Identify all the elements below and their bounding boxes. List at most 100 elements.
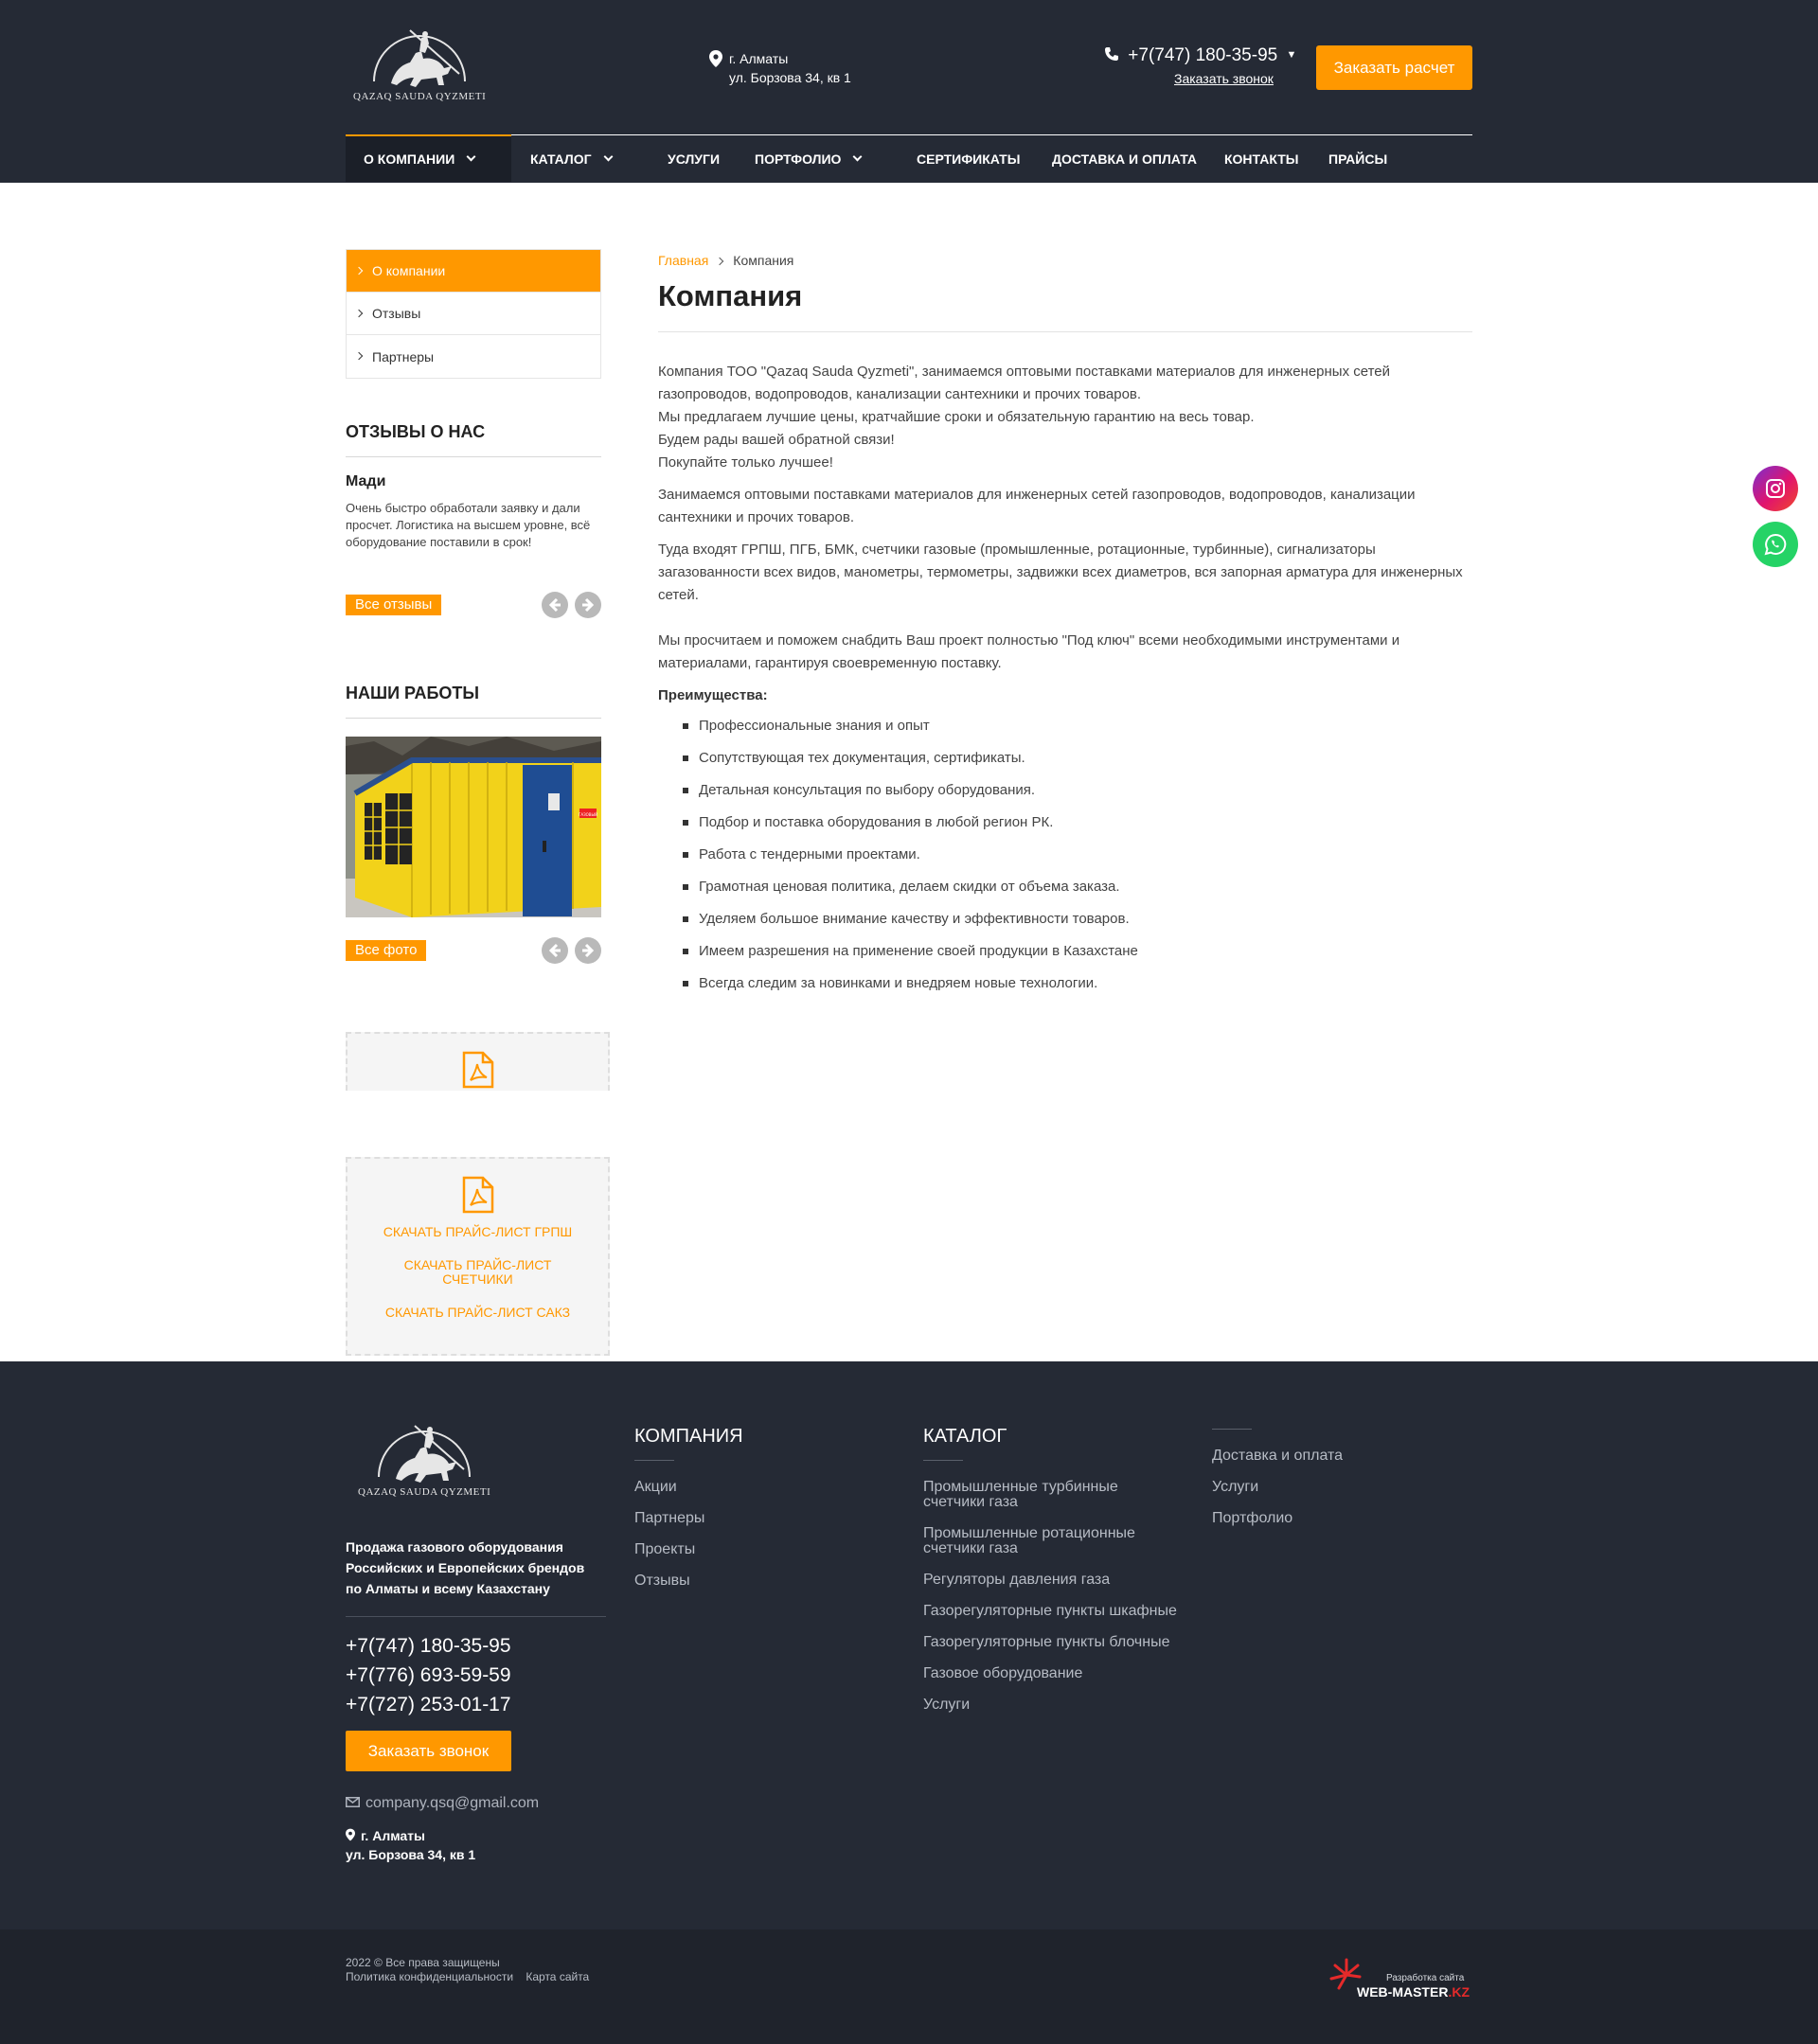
sidebar-item-reviews[interactable]: Отзывы [347,293,600,335]
footer-email[interactable]: company.qsq@gmail.com [346,1795,539,1812]
advantages-heading: Преимущества: [658,687,768,703]
chevron-right-icon [354,309,364,318]
footer-phone-2[interactable]: +7(776) 693-59-59 [346,1664,511,1687]
sidebar-menu: О компании Отзывы Партнеры [346,249,601,379]
footer-link-promotions[interactable]: Акции [634,1480,677,1495]
paragraph-turnkey: Мы просчитаем и поможем снабдить Ваш про… [658,632,1400,671]
works-heading: НАШИ РАБОТЫ [346,684,601,719]
footer-description: Продажа газового оборудования Российских… [346,1539,585,1596]
header-phone[interactable]: +7(747) 180-35-95 ▼ [1104,45,1296,66]
nav-item-contacts[interactable]: КОНТАКТЫ [1224,135,1298,183]
header-phone-number: +7(747) 180-35-95 [1128,45,1278,65]
whatsapp-button[interactable] [1753,522,1798,567]
reviews-prev-arrow-icon[interactable] [542,592,568,618]
sitemap-link[interactable]: Карта сайта [526,1970,589,1983]
footer-link-block-points[interactable]: Газорегуляторные пункты блочные [923,1635,1169,1650]
footer-company-heading: КОМПАНИЯ [634,1426,743,1447]
privacy-link[interactable]: Политика конфиденциальности [346,1970,513,1983]
footer-link-services[interactable]: Услуги [923,1697,970,1713]
dev-brand: WEB-MASTER.KZ [1357,1984,1470,2000]
nav-item-about[interactable]: О КОМПАНИИ [346,134,511,182]
price-link-meters[interactable]: СКАЧАТЬ ПРАЙС-ЛИСТ СЧЕТЧИКИ [393,1258,563,1287]
horseman-logo-icon [373,29,466,87]
price-lists-box: СКАЧАТЬ ПРАЙС-ЛИСТ ГРПШ СКАЧАТЬ ПРАЙС-ЛИ… [346,1157,610,1356]
nav-item-prices[interactable]: ПРАЙСЫ [1328,135,1387,183]
photo-sign-text: ГАЗОВЫЙ [579,812,597,817]
breadcrumb-current: Компания [733,253,794,268]
chevron-right-icon [354,266,364,275]
chevron-down-icon [852,151,863,162]
envelope-icon [346,1797,360,1807]
sidebar-item-partners[interactable]: Партнеры [347,335,600,378]
advantages-list: Профессиональные знания и опыт Сопутству… [658,715,1472,995]
price-box-collapsed [346,1032,610,1091]
nav-item-portfolio[interactable]: ПОРТФОЛИО [755,135,863,183]
footer-link-delivery[interactable]: Доставка и оплата [1212,1449,1343,1464]
footer-link-cabinet-points[interactable]: Газорегуляторные пункты шкафные [923,1604,1177,1619]
footer-link-services-2[interactable]: Услуги [1212,1480,1258,1495]
list-item: Уделяем большое внимание качеству и эффе… [658,908,1472,931]
instagram-button[interactable] [1753,466,1798,511]
reviews-heading: ОТЗЫВЫ О НАС [346,422,601,457]
breadcrumb-home[interactable]: Главная [658,253,708,268]
header-address: г. Алматы ул. Борзова 34, кв 1 [709,49,851,87]
order-calculation-button[interactable]: Заказать расчет [1316,45,1472,90]
nav-item-catalog[interactable]: КАТАЛОГ [530,135,614,183]
logo-text: QAZAQ SAUDA QYZMETI [353,91,487,102]
footer-link-projects[interactable]: Проекты [634,1542,695,1557]
price-link-sakz[interactable]: СКАЧАТЬ ПРАЙС-ЛИСТ САКЗ [348,1306,608,1320]
chevron-down-icon [603,151,614,162]
footer-col-divider [923,1460,963,1461]
bottom-bar [0,1929,1818,2044]
caret-down-icon[interactable]: ▼ [1286,49,1296,61]
all-reviews-button[interactable]: Все отзывы [346,595,442,615]
works-prev-arrow-icon[interactable] [542,937,568,964]
site-footer [0,1361,1818,1929]
footer-link-partners[interactable]: Партнеры [634,1511,704,1526]
list-item: Сопутствующая тех документация, сертифик… [658,747,1472,770]
location-pin-icon [709,50,722,67]
footer-link-turbine-meters[interactable]: Промышленные турбинные счетчики газа [923,1480,1141,1510]
intro-paragraph: Компания ТОО "Qazaq Sauda Qyzmeti", зани… [658,364,1390,471]
footer-callback-button[interactable]: Заказать звонок [346,1731,511,1771]
works-next-arrow-icon[interactable] [575,937,601,964]
nav-item-delivery[interactable]: ДОСТАВКА И ОПЛАТА [1052,135,1197,183]
site-logo[interactable]: QAZAQ SAUDA QYZMETI [353,25,486,110]
footer-logo-text: QAZAQ SAUDA QYZMETI [358,1486,491,1498]
nav-item-services[interactable]: УСЛУГИ [668,135,720,183]
developer-logo[interactable]: Разработка сайта WEB-MASTER.KZ [1328,1954,1474,2001]
page-content: Компания ТОО "Qazaq Sauda Qyzmeti", зани… [658,361,1472,1004]
footer-divider [346,1616,606,1617]
address-street: ул. Борзова 34, кв 1 [729,70,851,85]
footer-link-rotary-meters[interactable]: Промышленные ротационные счетчики газа [923,1526,1141,1556]
footer-link-gas-equipment[interactable]: Газовое оборудование [923,1666,1082,1681]
breadcrumb: Главная Компания [658,253,793,268]
footer-link-regulators[interactable]: Регуляторы давления газа [923,1573,1110,1588]
list-item: Профессиональные знания и опыт [658,715,1472,738]
footer-col-divider [1212,1429,1252,1430]
footer-catalog-heading: КАТАЛОГ [923,1426,1007,1447]
footer-phone-3[interactable]: +7(727) 253-01-17 [346,1694,511,1716]
chevron-right-icon [716,257,724,266]
main-nav: О КОМПАНИИ КАТАЛОГ УСЛУГИ ПОРТФОЛИО СЕРТ… [346,134,1472,183]
callback-link[interactable]: Заказать звонок [1174,71,1274,86]
works-photo[interactable]: ГАЗОВЫЙ [346,737,601,917]
footer-link-portfolio[interactable]: Портфолио [1212,1511,1292,1526]
whatsapp-icon [1764,533,1787,556]
nav-item-certificates[interactable]: СЕРТИФИКАТЫ [917,135,1020,183]
footer-phone-1[interactable]: +7(747) 180-35-95 [346,1635,511,1658]
address-city: г. Алматы [729,51,789,66]
review-author: Мади [346,473,386,489]
list-item: Работа с тендерными проектами. [658,844,1472,866]
footer-col-divider [634,1460,674,1461]
gas-block-photo: ГАЗОВЫЙ [346,737,601,917]
footer-link-reviews[interactable]: Отзывы [634,1573,690,1589]
footer-logo[interactable]: QAZAQ SAUDA QYZMETI [358,1420,490,1505]
page-title: Компания [658,279,803,312]
sidebar-item-about[interactable]: О компании [347,250,600,293]
price-link-grpsh[interactable]: СКАЧАТЬ ПРАЙС-ЛИСТ ГРПШ [348,1225,608,1239]
all-photos-button[interactable]: Все фото [346,940,427,961]
footer-address: г. Алматы ул. Борзова 34, кв 1 [346,1828,476,1862]
paragraph-products: Туда входят ГРПШ, ПГБ, БМК, счетчики газ… [658,542,1463,603]
reviews-next-arrow-icon[interactable] [575,592,601,618]
